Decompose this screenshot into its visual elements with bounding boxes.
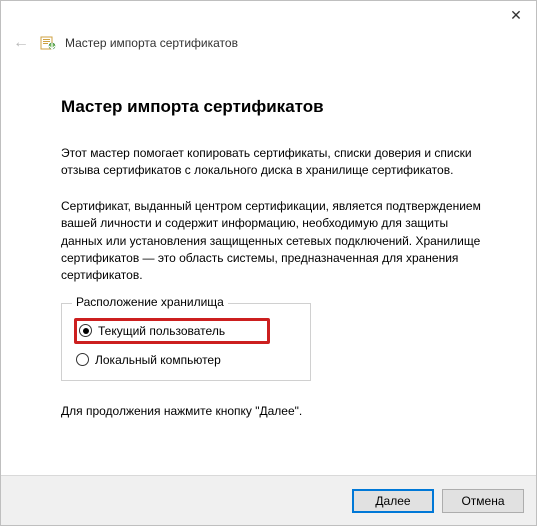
arrow-left-icon: ← (13, 35, 29, 51)
radio-label: Текущий пользователь (98, 324, 225, 338)
page-title: Мастер импорта сертификатов (61, 97, 488, 117)
back-button[interactable]: ← (11, 33, 31, 53)
close-button[interactable]: ✕ (496, 1, 536, 29)
close-icon: ✕ (510, 7, 522, 24)
body-text: Сертификат, выданный центром сертификаци… (61, 198, 488, 285)
header-row: ← Мастер импорта сертификатов (1, 29, 536, 57)
group-legend: Расположение хранилища (72, 295, 228, 309)
radio-current-user[interactable]: Текущий пользователь (74, 318, 270, 344)
header-title: Мастер импорта сертификатов (65, 36, 238, 50)
radio-icon (76, 353, 89, 366)
certificate-wizard-icon (39, 34, 57, 52)
radio-local-computer[interactable]: Локальный компьютер (74, 350, 298, 370)
wizard-window: ✕ ← Мастер импорта сертификатов Мастер и… (0, 0, 537, 526)
footer: Далее Отмена (1, 475, 536, 525)
store-location-group: Расположение хранилища Текущий пользоват… (61, 303, 311, 381)
radio-label: Локальный компьютер (95, 353, 221, 367)
cancel-button[interactable]: Отмена (442, 489, 524, 513)
next-button[interactable]: Далее (352, 489, 434, 513)
intro-text: Этот мастер помогает копировать сертифик… (61, 145, 488, 180)
content-area: Мастер импорта сертификатов Этот мастер … (1, 57, 536, 475)
titlebar: ✕ (1, 1, 536, 31)
radio-icon (79, 324, 92, 337)
continue-hint: Для продолжения нажмите кнопку "Далее". (61, 403, 488, 420)
